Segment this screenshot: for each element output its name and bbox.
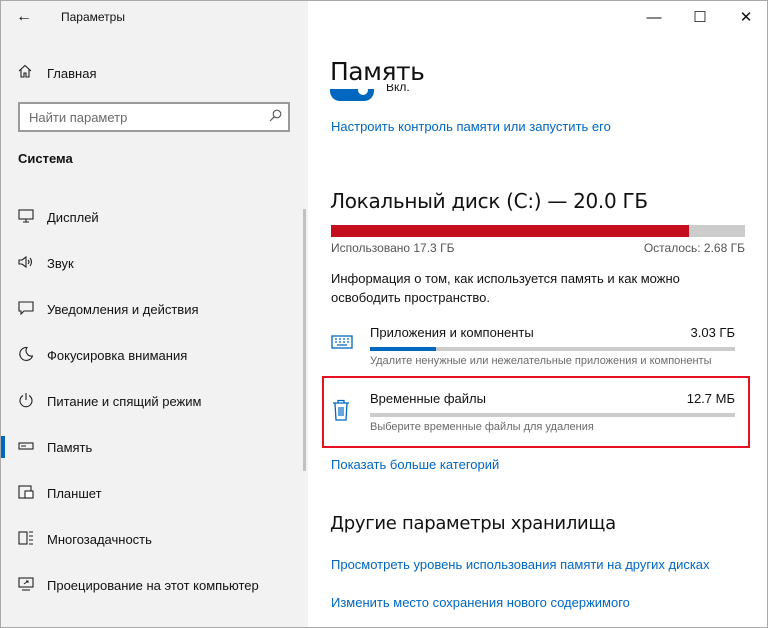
sidebar-item-label: Проецирование на этот компьютер bbox=[47, 577, 259, 593]
sidebar-item-power[interactable]: Питание и спящий режим bbox=[1, 378, 301, 424]
sidebar-item-display[interactable]: Дисплей bbox=[1, 194, 301, 240]
category-description: Удалите ненужные или нежелательные прило… bbox=[370, 355, 712, 367]
sidebar-item-multitasking[interactable]: Многозадачность bbox=[1, 516, 301, 562]
drive-usage-fill bbox=[331, 225, 690, 237]
change-save-location-link[interactable]: Изменить место сохранения нового содержи… bbox=[331, 595, 630, 610]
used-space-label: Использовано 17.3 ГБ bbox=[331, 241, 455, 255]
view-other-drives-link[interactable]: Просмотреть уровень использования памяти… bbox=[331, 557, 710, 572]
main-content: — ☐ ✕ Память Вкл. Настроить контроль пам… bbox=[308, 1, 767, 627]
power-icon bbox=[18, 392, 38, 411]
home-icon bbox=[18, 64, 36, 82]
sidebar-item-label: Уведомления и действия bbox=[47, 301, 199, 317]
sidebar-nav: Дисплей Звук Уведомления и действия Фоку… bbox=[1, 194, 301, 608]
other-storage-settings-title: Другие параметры хранилища bbox=[330, 513, 616, 534]
sidebar: ← Параметры Главная Найти параметр Систе… bbox=[1, 1, 308, 627]
free-space-label: Осталось: 2.68 ГБ bbox=[643, 241, 745, 255]
category-usage-fill bbox=[370, 347, 436, 351]
show-more-categories-link[interactable]: Показать больше категорий bbox=[331, 457, 499, 472]
category-name: Приложения и компоненты bbox=[370, 325, 534, 340]
sidebar-item-label: Память bbox=[47, 439, 93, 455]
storage-sense-toggle[interactable] bbox=[330, 85, 374, 101]
sidebar-item-label: Питание и спящий режим bbox=[47, 393, 202, 409]
home-link[interactable]: Главная bbox=[1, 55, 308, 91]
window-controls: — ☐ ✕ bbox=[631, 1, 767, 33]
title-bar: ← Параметры bbox=[1, 1, 308, 33]
tablet-icon bbox=[18, 484, 38, 502]
sidebar-item-label: Звук bbox=[47, 255, 74, 271]
settings-window: ← Параметры Главная Найти параметр Систе… bbox=[0, 0, 768, 628]
section-title: Система bbox=[18, 151, 73, 166]
search-placeholder: Найти параметр bbox=[29, 109, 128, 125]
sidebar-scrollbar[interactable] bbox=[303, 209, 306, 471]
sidebar-item-projecting[interactable]: Проецирование на этот компьютер bbox=[1, 562, 301, 608]
sidebar-item-storage[interactable]: Память bbox=[1, 424, 301, 470]
maximize-icon: ☐ bbox=[693, 9, 707, 26]
close-icon: ✕ bbox=[739, 9, 753, 26]
back-arrow-icon: ← bbox=[16, 8, 32, 25]
toggle-state-text: Вкл. bbox=[386, 84, 410, 94]
maximize-button[interactable]: ☐ bbox=[677, 1, 723, 33]
sidebar-item-sound[interactable]: Звук bbox=[1, 240, 301, 286]
storage-icon bbox=[18, 439, 38, 456]
category-size: 3.03 ГБ bbox=[690, 325, 735, 340]
sidebar-item-label: Фокусировка внимания bbox=[47, 347, 188, 363]
search-input[interactable]: Найти параметр bbox=[18, 102, 290, 132]
display-icon bbox=[18, 208, 38, 226]
app-title: Параметры bbox=[61, 10, 125, 24]
sidebar-item-focus-assist[interactable]: Фокусировка внимания bbox=[1, 332, 301, 378]
info-text: Информация о том, как используется памят… bbox=[331, 271, 680, 305]
highlight-box bbox=[322, 376, 750, 448]
projecting-icon bbox=[18, 576, 38, 594]
sidebar-item-notifications[interactable]: Уведомления и действия bbox=[1, 286, 301, 332]
multitasking-icon bbox=[18, 530, 38, 548]
home-label: Главная bbox=[47, 65, 97, 81]
storage-sense-link[interactable]: Настроить контроль памяти или запустить … bbox=[331, 119, 611, 134]
page-title: Память bbox=[330, 57, 425, 86]
back-button[interactable]: ← bbox=[1, 1, 47, 33]
minimize-icon: — bbox=[646, 8, 662, 26]
minimize-button[interactable]: — bbox=[631, 1, 677, 33]
category-apps[interactable]: Приложения и компоненты 3.03 ГБ Удалите … bbox=[331, 325, 745, 375]
sound-icon bbox=[18, 255, 38, 272]
sidebar-item-label: Планшет bbox=[47, 485, 102, 501]
sidebar-item-tablet[interactable]: Планшет bbox=[1, 470, 301, 516]
drive-title: Локальный диск (C:) — 20.0 ГБ bbox=[330, 189, 648, 213]
close-button[interactable]: ✕ bbox=[723, 1, 767, 33]
notifications-icon bbox=[18, 300, 38, 318]
apps-icon bbox=[331, 333, 353, 355]
drive-usage-bar bbox=[331, 225, 745, 237]
sidebar-item-label: Многозадачность bbox=[47, 531, 152, 547]
sidebar-item-label: Дисплей bbox=[47, 209, 99, 225]
category-usage-bar bbox=[370, 347, 735, 351]
focus-assist-icon bbox=[18, 346, 38, 365]
search-icon bbox=[262, 109, 288, 125]
